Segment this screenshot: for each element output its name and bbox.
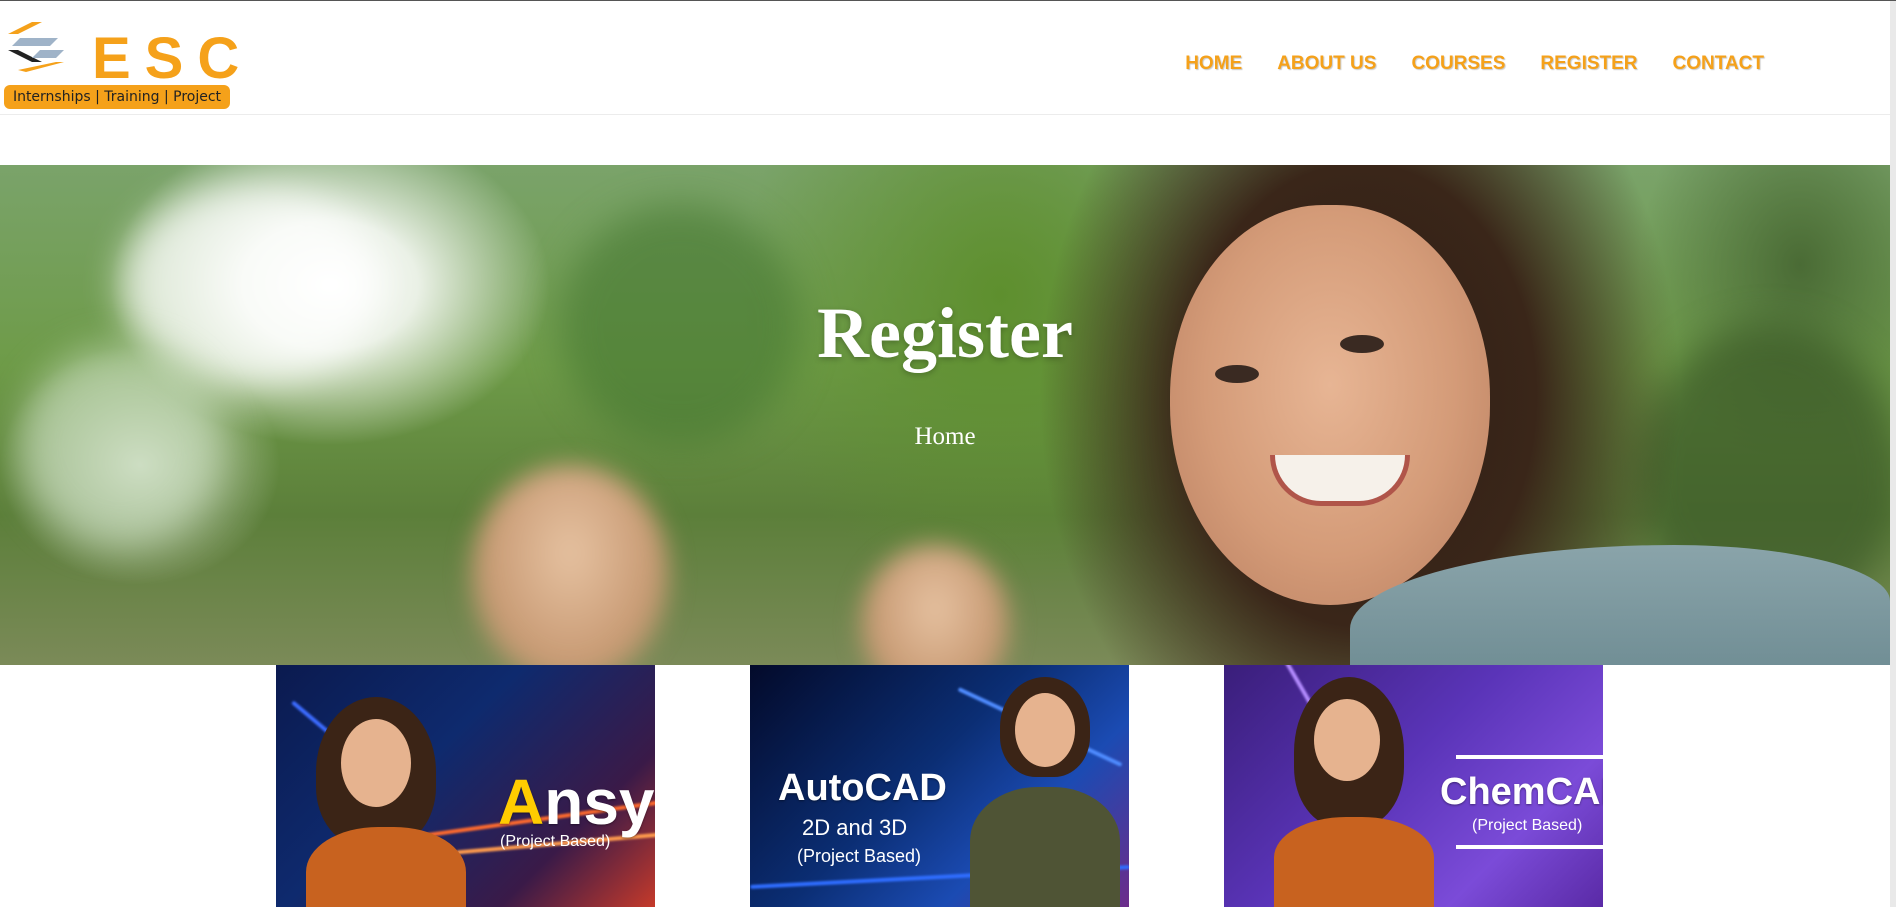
nav-about-us[interactable]: ABOUT US [1277,53,1376,75]
nav-contact[interactable]: CONTACT [1673,53,1764,75]
main-nav: HOME ABOUT US COURSES REGISTER CONTACT [1185,53,1764,75]
nav-courses[interactable]: COURSES [1411,53,1505,75]
course-title: AutoCAD [778,767,947,809]
logo-tagline: Internships | Training | Project [4,85,230,109]
course-title-initial: A [498,766,545,838]
title-frame-line-bottom [1456,845,1603,849]
course-card-chemcad[interactable]: ChemCAD (Project Based) [1224,665,1603,907]
course-model-photo [1274,677,1434,907]
course-title-rest: nsys [544,766,655,838]
logo-mark-icon [8,22,64,72]
logo-text: ESC [92,26,254,91]
title-frame-line-top [1456,755,1603,759]
hero-banner: Register Home [0,165,1890,665]
course-model-photo [306,697,476,907]
course-subtitle: (Project Based) [797,846,922,866]
nav-register[interactable]: REGISTER [1540,53,1637,75]
page-scrollbar[interactable] [1890,1,1896,907]
course-model-photo [970,677,1120,907]
course-subtitle: (Project Based) [1472,817,1583,834]
woman-face [1170,205,1490,605]
page-title: Register [817,293,1073,373]
course-title: ChemCAD [1440,771,1603,813]
background-person-blurred [470,465,670,665]
course-detail: 2D and 3D [802,815,908,840]
background-person-blurred [860,545,1010,665]
course-title: Ansys [498,765,655,839]
breadcrumb-home[interactable]: Home [0,423,1890,451]
nav-home[interactable]: HOME [1185,53,1242,75]
course-card-autocad[interactable]: AutoCAD 2D and 3D (Project Based) [750,665,1129,907]
course-card-ansys[interactable]: Ansys (Project Based) [276,665,655,907]
site-header: ESC Internships | Training | Project HOM… [0,1,1890,115]
esc-logo[interactable]: ESC Internships | Training | Project [2,18,239,110]
course-subtitle: (Project Based) [500,833,611,850]
